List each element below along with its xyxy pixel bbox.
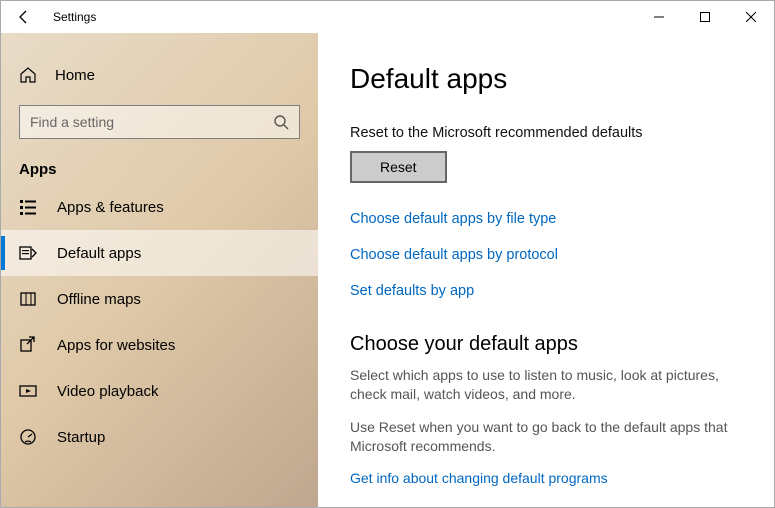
nav-apps-websites[interactable]: Apps for websites [1, 322, 318, 368]
startup-icon [19, 428, 37, 446]
nav-label: Default apps [57, 245, 141, 262]
list-icon [19, 198, 37, 216]
map-icon [19, 290, 37, 308]
search-icon [273, 114, 289, 130]
home-button[interactable]: Home [1, 55, 318, 95]
section-label: Apps [19, 161, 318, 178]
reset-description: Reset to the Microsoft recommended defau… [350, 125, 750, 141]
page-title: Default apps [350, 63, 750, 95]
open-external-icon [19, 336, 37, 354]
search-input[interactable] [19, 105, 300, 139]
minimize-button[interactable] [636, 1, 682, 33]
maximize-button[interactable] [682, 1, 728, 33]
choose-para1: Select which apps to use to listen to mu… [350, 366, 750, 404]
home-icon [19, 66, 37, 84]
nav-video-playback[interactable]: Video playback [1, 368, 318, 414]
link-by-app[interactable]: Set defaults by app [350, 283, 750, 299]
main-content: Default apps Reset to the Microsoft reco… [318, 33, 774, 507]
titlebar: Settings [1, 1, 774, 33]
nav-list: Apps & features Default apps Offline map… [1, 184, 318, 460]
close-button[interactable] [728, 1, 774, 33]
link-protocol[interactable]: Choose default apps by protocol [350, 247, 750, 263]
nav-default-apps[interactable]: Default apps [1, 230, 318, 276]
choose-para2: Use Reset when you want to go back to th… [350, 418, 750, 456]
nav-apps-features[interactable]: Apps & features [1, 184, 318, 230]
nav-label: Startup [57, 429, 105, 446]
nav-startup[interactable]: Startup [1, 414, 318, 460]
window-title: Settings [53, 10, 96, 24]
home-label: Home [55, 67, 95, 84]
nav-label: Apps for websites [57, 337, 175, 354]
default-apps-icon [19, 244, 37, 262]
nav-offline-maps[interactable]: Offline maps [1, 276, 318, 322]
link-file-type[interactable]: Choose default apps by file type [350, 211, 750, 227]
sidebar: Home Apps Apps & features [1, 33, 318, 507]
info-link[interactable]: Get info about changing default programs [350, 470, 608, 486]
nav-label: Offline maps [57, 291, 141, 308]
video-icon [19, 382, 37, 400]
reset-button[interactable]: Reset [350, 151, 447, 183]
choose-heading: Choose your default apps [350, 333, 750, 356]
nav-label: Video playback [57, 383, 158, 400]
nav-label: Apps & features [57, 199, 164, 216]
back-button[interactable] [1, 1, 47, 33]
